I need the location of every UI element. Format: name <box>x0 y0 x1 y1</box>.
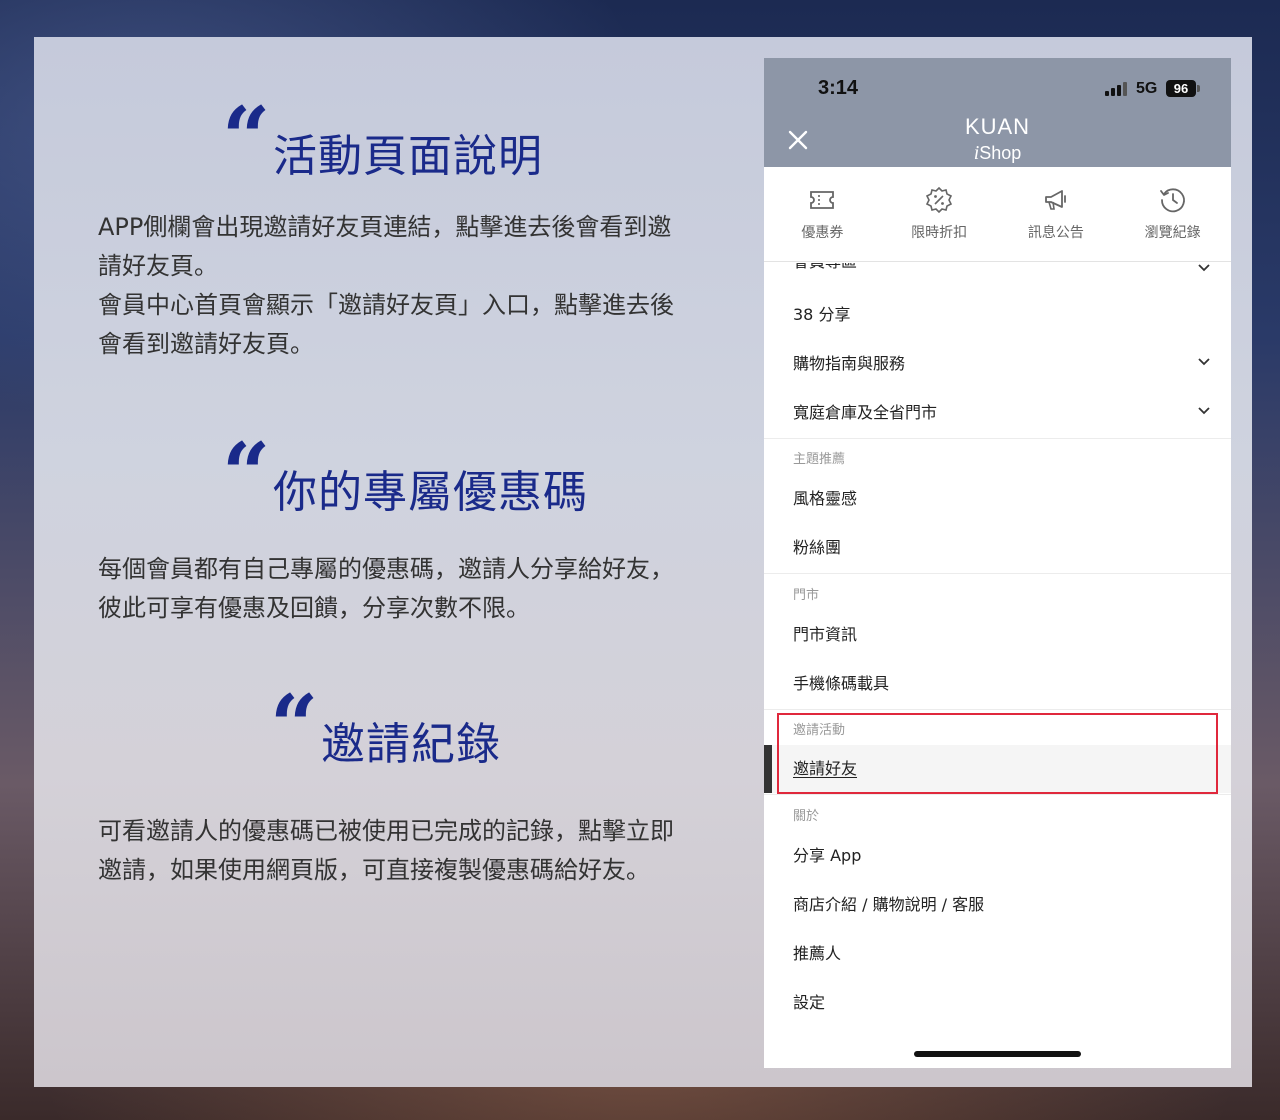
menu-item-store-info[interactable]: 門市資訊 <box>764 610 1231 659</box>
highlight-box <box>777 713 1218 794</box>
quote-mark-icon: “ <box>222 424 271 523</box>
menu-item-label: 會員專區 <box>793 263 857 271</box>
divider <box>764 709 1231 710</box>
menu-item-share-app[interactable]: 分享 App <box>764 831 1231 880</box>
section-label-about: 關於 <box>793 809 820 824</box>
active-indicator <box>764 745 772 793</box>
coupon-icon <box>810 191 835 209</box>
menu-item-fan-club[interactable]: 粉絲團 <box>764 523 1231 572</box>
menu-item-label: 分享 App <box>793 846 862 865</box>
menu-item-label: 門市資訊 <box>793 625 858 644</box>
menu-item-settings[interactable]: 設定 <box>764 978 1231 1027</box>
chevron-down-icon <box>1198 264 1210 272</box>
menu-item-label: 風格靈感 <box>793 489 858 508</box>
section-label-store: 門市 <box>793 588 820 603</box>
app-header: 3:14 5G 96 KUAN iShop <box>764 58 1231 167</box>
battery-tip <box>1197 85 1200 92</box>
network-label: 5G <box>1136 80 1158 97</box>
phone-screen: 3:14 5G 96 KUAN iShop 優惠券 限時折扣 訊息公告 瀏覽紀錄… <box>764 58 1231 1068</box>
menu-item-referrer[interactable]: 推薦人 <box>764 929 1231 978</box>
divider <box>764 573 1231 574</box>
paragraph: 可看邀請人的優惠碼已被使用已完成的記錄，點擊立即邀請，如果使用網頁版，可直接複製… <box>98 817 674 884</box>
status-time: 3:14 <box>818 77 859 99</box>
chevron-down-icon <box>1198 407 1210 415</box>
section-heading-records: 邀請紀錄 <box>321 719 501 770</box>
quick-link-label: 優惠券 <box>801 225 844 241</box>
quick-link-label: 限時折扣 <box>911 225 968 241</box>
battery-icon: 96 <box>1166 80 1196 97</box>
divider <box>764 438 1231 439</box>
quick-link-label: 訊息公告 <box>1027 225 1084 241</box>
paragraph: 每個會員都有自己專屬的優惠碼，邀請人分享給好友，彼此可享有優惠及回饋，分享次數不… <box>98 555 674 622</box>
home-indicator[interactable] <box>914 1051 1081 1057</box>
divider <box>764 794 1231 795</box>
brand-subtitle-rest: Shop <box>979 143 1022 163</box>
paragraph: 會員中心首頁會顯示「邀請好友頁」入口，點擊進去後會看到邀請好友頁。 <box>98 291 674 358</box>
menu-item-style-inspiration[interactable]: 風格靈感 <box>764 474 1231 523</box>
menu-item-38-share[interactable]: 38 分享 <box>764 290 1231 339</box>
quote-mark-icon: “ <box>222 88 271 187</box>
section-body-activity: APP側欄會出現邀請好友頁連結，點擊進去後會看到邀請好友頁。 會員中心首頁會顯示… <box>98 208 688 364</box>
menu-item-store-intro[interactable]: 商店介紹 / 購物說明 / 客服 <box>764 880 1231 929</box>
menu-item-label: 寬庭倉庫及全省門市 <box>793 403 938 422</box>
menu-item-label: 商店介紹 / 購物說明 / 客服 <box>793 895 985 914</box>
discount-badge-icon <box>926 186 953 214</box>
menu-item-shopping-guide[interactable]: 購物指南與服務 <box>764 339 1231 388</box>
chevron-down-icon <box>1198 358 1210 366</box>
section-heading-activity: 活動頁面說明 <box>273 131 543 182</box>
signal-icon <box>1105 82 1127 96</box>
section-label-theme: 主題推薦 <box>793 452 846 467</box>
quick-link-announcement[interactable]: 訊息公告 <box>998 167 1115 261</box>
quick-link-label: 瀏覽紀錄 <box>1144 225 1201 241</box>
section-heading-coupon: 你的專屬優惠碼 <box>273 467 588 518</box>
quick-link-coupon[interactable]: 優惠券 <box>764 167 881 261</box>
section-body-records: 可看邀請人的優惠碼已被使用已完成的記錄，點擊立即邀請，如果使用網頁版，可直接複製… <box>98 812 688 890</box>
menu-item-label: 38 分享 <box>793 305 851 324</box>
quick-link-discount[interactable]: 限時折扣 <box>881 167 998 261</box>
quote-mark-icon: “ <box>270 676 319 775</box>
menu-item-member-zone[interactable]: 會員專區 <box>764 263 1231 281</box>
megaphone-icon <box>1044 190 1066 210</box>
brand-title: KUAN <box>964 114 1031 139</box>
menu-item-warehouse-stores[interactable]: 寬庭倉庫及全省門市 <box>764 388 1231 437</box>
menu-item-label: 購物指南與服務 <box>793 354 906 373</box>
menu-item-label: 設定 <box>793 993 826 1012</box>
section-body-coupon: 每個會員都有自己專屬的優惠碼，邀請人分享給好友，彼此可享有優惠及回饋，分享次數不… <box>98 550 688 628</box>
menu-item-mobile-barcode[interactable]: 手機條碼載具 <box>764 659 1231 708</box>
menu-item-label: 粉絲團 <box>793 538 842 557</box>
brand-subtitle: iShop <box>764 142 1231 165</box>
quick-link-history[interactable]: 瀏覽紀錄 <box>1114 167 1231 261</box>
history-icon <box>1159 188 1185 213</box>
menu-item-label: 推薦人 <box>793 944 842 963</box>
quick-links-bar: 優惠券 限時折扣 訊息公告 瀏覽紀錄 <box>764 167 1231 262</box>
paragraph: APP側欄會出現邀請好友頁連結，點擊進去後會看到邀請好友頁。 <box>98 213 672 280</box>
menu-item-label: 手機條碼載具 <box>793 674 890 693</box>
